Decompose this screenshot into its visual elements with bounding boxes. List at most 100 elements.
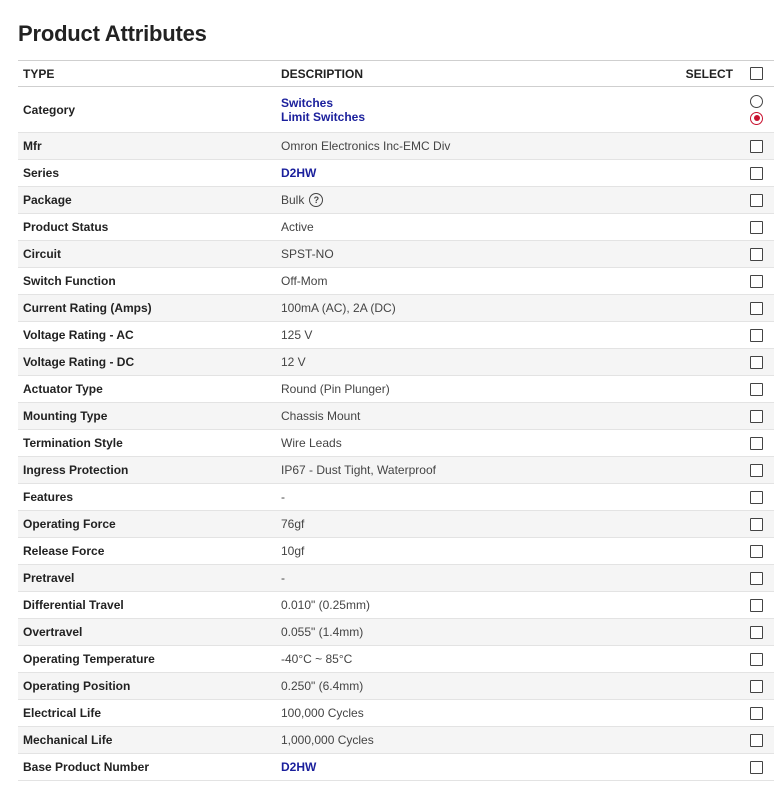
attribute-value: -40°C ~ 85°C <box>281 652 353 666</box>
attribute-description: 100,000 Cycles <box>276 700 656 727</box>
select-checkbox[interactable] <box>750 680 763 694</box>
table-header-row: TYPE DESCRIPTION SELECT <box>18 60 774 87</box>
select-checkbox[interactable] <box>750 599 763 613</box>
select-cell <box>656 727 774 754</box>
attribute-type: Product Status <box>23 220 109 234</box>
select-cell <box>656 592 774 619</box>
select-checkbox[interactable] <box>750 491 763 505</box>
attribute-description: Off-Mom <box>276 268 656 295</box>
attribute-type: Mfr <box>23 139 42 153</box>
select-checkbox[interactable] <box>750 167 763 181</box>
attribute-value: 125 V <box>281 328 313 342</box>
select-checkbox[interactable] <box>750 221 763 235</box>
select-checkbox[interactable] <box>750 275 763 289</box>
question-circle-icon[interactable]: ? <box>309 193 324 208</box>
attribute-value: SPST-NO <box>281 247 334 261</box>
select-cell <box>656 403 774 430</box>
table-row: Operating Temperature -40°C ~ 85°C <box>18 646 774 673</box>
attribute-description: -40°C ~ 85°C <box>276 646 656 673</box>
table-row: Switch Function Off-Mom <box>18 268 774 295</box>
select-checkbox[interactable] <box>750 707 763 721</box>
select-cell <box>656 87 774 133</box>
attribute-value: 12 V <box>281 355 306 369</box>
attribute-description: 1,000,000 Cycles <box>276 727 656 754</box>
select-cell <box>656 214 774 241</box>
attribute-value: 1,000,000 Cycles <box>281 733 374 747</box>
section-title: Product Attributes <box>18 21 207 46</box>
attribute-type: Base Product Number <box>23 760 150 774</box>
category-link-limit-switches[interactable]: Limit Switches <box>281 110 656 124</box>
attribute-description: 76gf <box>276 511 656 538</box>
attribute-description: 0.010" (0.25mm) <box>276 592 656 619</box>
select-checkbox[interactable] <box>750 734 763 748</box>
select-all-checkbox[interactable] <box>750 67 763 80</box>
select-checkbox[interactable] <box>750 140 763 154</box>
attribute-type: Voltage Rating - AC <box>23 328 134 342</box>
select-checkbox[interactable] <box>750 572 763 586</box>
attribute-description: 100mA (AC), 2A (DC) <box>276 295 656 322</box>
attribute-type: Operating Temperature <box>23 652 155 666</box>
table-row: Mounting Type Chassis Mount <box>18 402 774 430</box>
select-checkbox[interactable] <box>750 626 763 640</box>
attribute-type: Ingress Protection <box>23 463 129 477</box>
table-row: Package Bulk? <box>18 186 774 214</box>
select-cell <box>656 673 774 700</box>
table-row: Current Rating (Amps) 100mA (AC), 2A (DC) <box>18 294 774 322</box>
attribute-type: Mounting Type <box>23 409 108 423</box>
select-checkbox[interactable] <box>750 545 763 559</box>
select-checkbox[interactable] <box>750 410 763 424</box>
select-checkbox[interactable] <box>750 194 763 208</box>
select-checkbox[interactable] <box>750 653 763 667</box>
attribute-value: - <box>281 571 285 585</box>
attribute-type: Operating Position <box>23 679 131 693</box>
attribute-description: SPST-NO <box>276 241 656 268</box>
product-attributes-section: Product Attributes TYPE DESCRIPTION SELE… <box>0 0 774 781</box>
attribute-type: Differential Travel <box>23 598 124 612</box>
select-checkbox[interactable] <box>750 356 763 370</box>
select-checkbox[interactable] <box>750 437 763 451</box>
attribute-type: Current Rating (Amps) <box>23 301 152 315</box>
attribute-value: Off-Mom <box>281 274 328 288</box>
select-checkbox[interactable] <box>750 329 763 343</box>
select-cell <box>656 430 774 457</box>
category-link-switches[interactable]: Switches <box>281 96 656 110</box>
select-checkbox[interactable] <box>750 302 763 316</box>
attribute-value-link[interactable]: D2HW <box>281 166 316 180</box>
attribute-type: Operating Force <box>23 517 116 531</box>
attribute-description: D2HW <box>276 160 656 187</box>
attribute-description: Round (Pin Plunger) <box>276 376 656 403</box>
select-cell <box>656 565 774 592</box>
category-radio-limit-switches[interactable] <box>750 111 763 125</box>
attribute-value: 76gf <box>281 517 305 531</box>
select-checkbox[interactable] <box>750 761 763 775</box>
select-checkbox[interactable] <box>750 383 763 397</box>
attribute-value: 100,000 Cycles <box>281 706 364 720</box>
select-cell <box>656 295 774 322</box>
category-radio-switches[interactable] <box>750 94 763 108</box>
column-header-type: TYPE <box>23 66 55 81</box>
table-row: Base Product Number D2HW <box>18 754 774 781</box>
attribute-value: Chassis Mount <box>281 409 361 423</box>
attributes-table: TYPE DESCRIPTION SELECT Category Switche… <box>18 60 774 781</box>
attribute-description: Switches Limit Switches <box>276 87 656 133</box>
select-checkbox[interactable] <box>750 464 763 478</box>
attribute-description: 10gf <box>276 538 656 565</box>
attribute-description: Bulk? <box>276 187 656 214</box>
attribute-value-link[interactable]: D2HW <box>281 760 316 774</box>
column-header-description: DESCRIPTION <box>281 66 364 81</box>
table-row: Series D2HW <box>18 160 774 187</box>
table-row: Features - <box>18 484 774 511</box>
select-checkbox[interactable] <box>750 518 763 532</box>
attribute-description: 125 V <box>276 322 656 349</box>
select-checkbox[interactable] <box>750 248 763 262</box>
attribute-description: - <box>276 484 656 511</box>
table-row: Product Status Active <box>18 214 774 241</box>
attribute-value: Round (Pin Plunger) <box>281 382 390 396</box>
table-row: Operating Position 0.250" (6.4mm) <box>18 672 774 700</box>
select-cell <box>656 241 774 268</box>
attribute-type: Voltage Rating - DC <box>23 355 135 369</box>
select-cell <box>656 646 774 673</box>
table-row-category: Category Switches Limit Switches <box>18 87 774 133</box>
attribute-value: 0.250" (6.4mm) <box>281 679 364 693</box>
table-row: Differential Travel 0.010" (0.25mm) <box>18 592 774 619</box>
